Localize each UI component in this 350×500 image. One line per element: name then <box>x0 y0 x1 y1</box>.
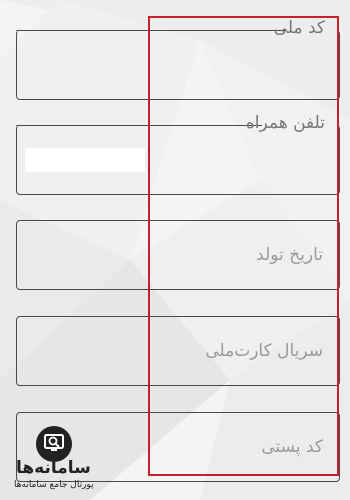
card-serial-field[interactable]: سریال کارت‌ملی <box>16 316 340 386</box>
field-border-segment <box>15 124 262 126</box>
magnifier-monitor-icon <box>36 426 72 462</box>
mobile-label: تلفن همراه <box>245 113 325 133</box>
logo-title: سامانه‌ها <box>16 458 91 478</box>
card-serial-placeholder: سریال کارت‌ملی <box>205 341 323 361</box>
mobile-field[interactable]: تلفن همراه <box>15 113 340 195</box>
national-code-label: کد ملی <box>273 18 325 38</box>
postal-code-placeholder: کد پستی <box>261 437 323 457</box>
watermark-logo: سامانه‌ها پورتال جامع سامانه‌ها <box>8 426 98 496</box>
national-code-field[interactable]: کد ملی <box>15 18 340 100</box>
field-border-segment <box>15 29 286 31</box>
birth-date-placeholder: تاریخ تولد <box>256 245 323 265</box>
logo-subtitle: پورتال جامع سامانه‌ها <box>14 480 94 490</box>
input-value-area <box>25 148 145 172</box>
birth-date-field[interactable]: تاریخ تولد <box>16 220 340 290</box>
